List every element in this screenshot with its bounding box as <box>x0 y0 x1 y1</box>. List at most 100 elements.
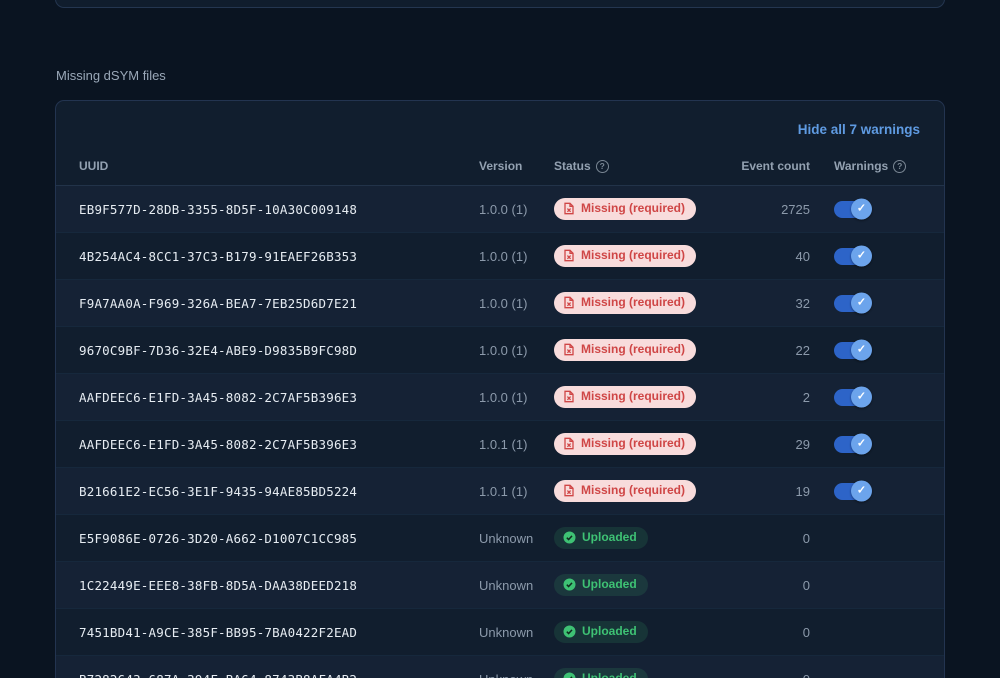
toggle-check-icon: ✓ <box>851 480 872 502</box>
status-pill-label: Missing (required) <box>581 201 686 215</box>
table-row: B21661E2-EC56-3E1F-9435-94AE85BD5224 1.0… <box>56 468 944 515</box>
event-count-cell: 32 <box>795 295 810 311</box>
warnings-cell: ✓ <box>824 292 924 314</box>
warnings-toggle[interactable]: ✓ <box>834 292 872 314</box>
uuid-cell: EB9F577D-28DB-3355-8D5F-10A30C009148 <box>79 201 358 217</box>
uuid-cell: AAFDEEC6-E1FD-3A45-8082-2C7AF5B396E3 <box>79 389 358 405</box>
status-pill-label: Missing (required) <box>581 436 686 450</box>
status-cell: Missing (required) <box>554 339 739 361</box>
status-cell: Missing (required) <box>554 386 739 408</box>
status-cell: Uploaded <box>554 527 739 549</box>
version-cell: Unknown <box>479 577 534 593</box>
status-pill-label: Missing (required) <box>581 342 686 356</box>
column-header-warnings-label: Warnings <box>834 159 889 173</box>
table-row: EB9F577D-28DB-3355-8D5F-10A30C009148 1.0… <box>56 186 944 233</box>
table-row: 4B254AC4-8CC1-37C3-B179-91EAEF26B353 1.0… <box>56 233 944 280</box>
status-cell: Missing (required) <box>554 292 739 314</box>
toggle-check-icon: ✓ <box>851 339 872 361</box>
version-cell: 1.0.0 (1) <box>479 389 528 405</box>
event-count-cell: 0 <box>802 577 810 593</box>
column-header-status-label: Status <box>554 159 591 173</box>
toggle-check-icon: ✓ <box>851 386 872 408</box>
uuid-cell: E5F9086E-0726-3D20-A662-D1007C1CC985 <box>79 530 358 546</box>
status-pill-label: Uploaded <box>582 577 637 591</box>
warnings-toggle[interactable]: ✓ <box>834 480 872 502</box>
column-header-event-count: Event count <box>739 159 824 181</box>
missing-dsym-panel: Hide all 7 warnings UUID Version Status … <box>55 100 945 678</box>
table-row: AAFDEEC6-E1FD-3A45-8082-2C7AF5B396E3 1.0… <box>56 374 944 421</box>
event-count-cell: 40 <box>795 248 810 264</box>
table-row: B7282643-687A-394F-BA64-8743B8AFA4B2 Unk… <box>56 656 944 678</box>
table-body: EB9F577D-28DB-3355-8D5F-10A30C009148 1.0… <box>56 186 944 678</box>
status-pill: Uploaded <box>554 621 648 643</box>
warnings-help-icon[interactable]: ? <box>893 159 907 173</box>
status-pill: Missing (required) <box>554 386 697 408</box>
status-cell: Missing (required) <box>554 433 739 455</box>
column-header-uuid: UUID <box>79 159 479 181</box>
event-count-cell: 0 <box>802 530 810 546</box>
column-header-event-count-label: Event count <box>741 159 810 173</box>
file-missing-icon <box>563 249 575 262</box>
uuid-cell: B7282643-687A-394F-BA64-8743B8AFA4B2 <box>79 672 479 678</box>
status-pill: Missing (required) <box>554 433 697 455</box>
status-pill-label: Uploaded <box>582 671 637 678</box>
uuid-cell: F9A7AA0A-F969-326A-BEA7-7EB25D6D7E21 <box>79 295 358 311</box>
warnings-toggle[interactable]: ✓ <box>834 245 872 267</box>
toggle-check-icon: ✓ <box>851 292 872 314</box>
status-pill: Missing (required) <box>554 245 697 267</box>
event-count-cell: 22 <box>795 342 810 358</box>
hide-warnings-link[interactable]: Hide all 7 warnings <box>798 122 920 137</box>
check-circle-icon <box>563 578 576 591</box>
version-cell: Unknown <box>479 672 554 678</box>
event-count-cell: 0 <box>802 624 810 640</box>
file-missing-icon <box>563 437 575 450</box>
version-cell: 1.0.0 (1) <box>479 248 528 264</box>
column-header-version-label: Version <box>479 159 523 173</box>
event-count-cell: 29 <box>795 436 810 452</box>
warnings-toggle[interactable]: ✓ <box>834 386 872 408</box>
status-pill: Uploaded <box>554 527 648 549</box>
table-row: 9670C9BF-7D36-32E4-ABE9-D9835B9FC98D 1.0… <box>56 327 944 374</box>
table-header-row: UUID Version Status ? Event count Warnin… <box>56 147 944 186</box>
event-count-cell: 0 <box>739 672 824 678</box>
status-cell: Uploaded <box>554 668 739 678</box>
file-missing-icon <box>563 296 575 309</box>
version-cell: Unknown <box>479 530 534 546</box>
column-header-uuid-label: UUID <box>79 159 109 173</box>
warnings-cell: ✓ <box>824 433 924 455</box>
toggle-check-icon: ✓ <box>851 198 872 220</box>
uuid-cell: AAFDEEC6-E1FD-3A45-8082-2C7AF5B396E3 <box>79 436 358 452</box>
uuid-cell: 9670C9BF-7D36-32E4-ABE9-D9835B9FC98D <box>79 342 358 358</box>
toggle-check-icon: ✓ <box>851 245 872 267</box>
status-cell: Uploaded <box>554 621 739 643</box>
event-count-cell: 19 <box>795 483 810 499</box>
status-cell: Missing (required) <box>554 480 739 502</box>
status-pill-label: Missing (required) <box>581 295 686 309</box>
warnings-cell: ✓ <box>824 198 924 220</box>
uuid-cell: B21661E2-EC56-3E1F-9435-94AE85BD5224 <box>79 483 358 499</box>
column-header-warnings: Warnings ? <box>824 159 924 181</box>
file-missing-icon <box>563 202 575 215</box>
status-cell: Missing (required) <box>554 245 739 267</box>
warnings-toggle[interactable]: ✓ <box>834 339 872 361</box>
version-cell: 1.0.0 (1) <box>479 201 528 217</box>
toggle-check-icon: ✓ <box>851 433 872 455</box>
status-pill: Missing (required) <box>554 292 697 314</box>
uuid-cell: 7451BD41-A9CE-385F-BB95-7BA0422F2EAD <box>79 624 358 640</box>
status-pill: Missing (required) <box>554 198 697 220</box>
previous-card-edge <box>55 0 945 8</box>
status-help-icon[interactable]: ? <box>595 159 609 173</box>
panel-header: Hide all 7 warnings <box>56 101 944 147</box>
uuid-cell: 4B254AC4-8CC1-37C3-B179-91EAEF26B353 <box>79 248 358 264</box>
warnings-cell: ✓ <box>824 386 924 408</box>
warnings-toggle[interactable]: ✓ <box>834 433 872 455</box>
file-missing-icon <box>563 343 575 356</box>
warnings-cell: ✓ <box>824 480 924 502</box>
file-missing-icon <box>563 484 575 497</box>
version-cell: 1.0.0 (1) <box>479 342 528 358</box>
file-missing-icon <box>563 390 575 403</box>
check-circle-icon <box>563 625 576 638</box>
check-circle-icon <box>563 531 576 544</box>
table-row: 1C22449E-EEE8-38FB-8D5A-DAA38DEED218 Unk… <box>56 562 944 609</box>
warnings-toggle[interactable]: ✓ <box>834 198 872 220</box>
